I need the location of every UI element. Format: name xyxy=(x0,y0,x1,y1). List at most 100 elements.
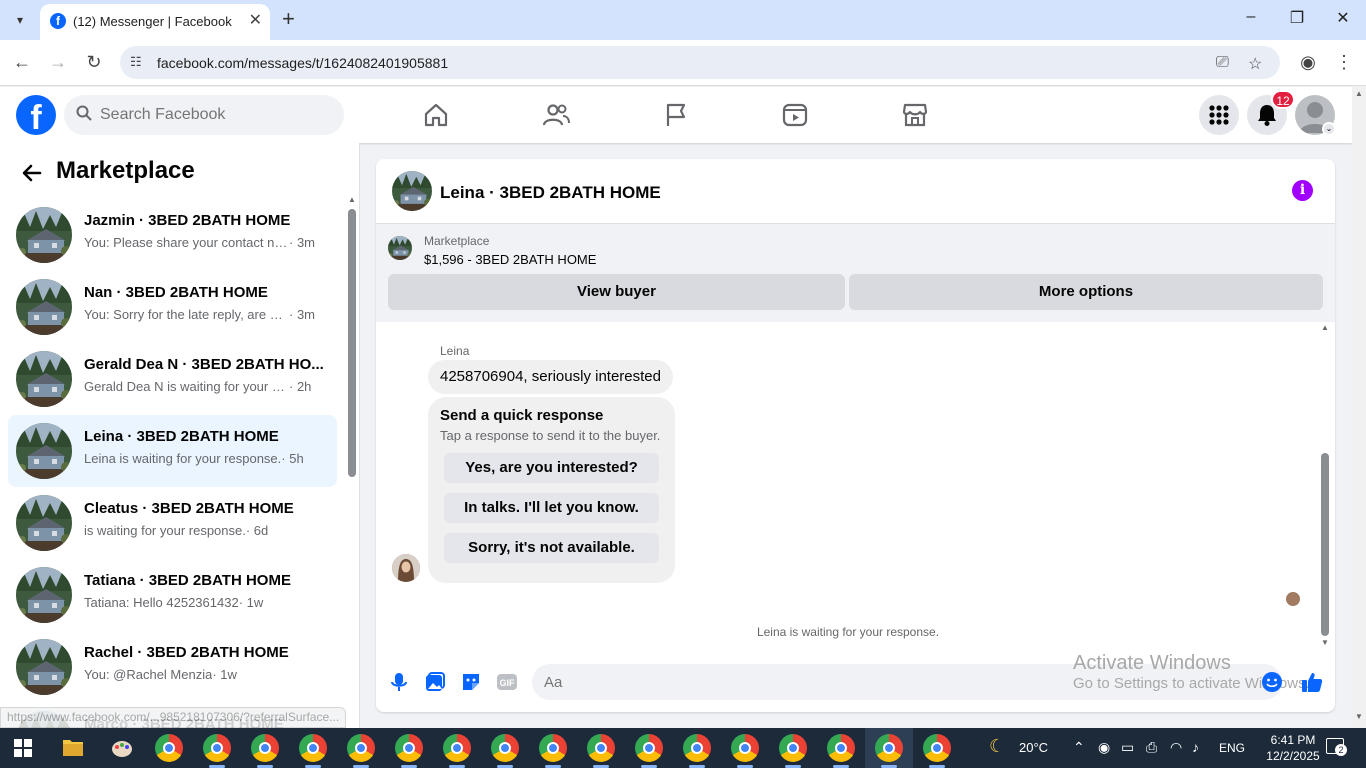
file-explorer-icon[interactable] xyxy=(62,737,84,757)
install-app-icon[interactable]: ⎚ xyxy=(1216,54,1229,72)
taskbar-language[interactable]: ENG xyxy=(1219,741,1245,755)
facebook-favicon-icon: f xyxy=(50,13,66,29)
search-box[interactable] xyxy=(64,95,344,135)
taskbar-chrome-icon[interactable] xyxy=(731,734,759,762)
taskbar-chrome-icon[interactable] xyxy=(299,734,327,762)
taskbar-chrome-icon[interactable] xyxy=(395,734,423,762)
menu-grid-button[interactable] xyxy=(1199,95,1239,135)
taskbar-chrome-icon[interactable] xyxy=(155,734,183,762)
taskbar-chrome-icon[interactable] xyxy=(203,734,231,762)
site-info-icon[interactable]: ☷ xyxy=(130,54,142,70)
browser-tab[interactable]: f (12) Messenger | Facebook ✕ xyxy=(40,4,270,40)
chat-scrollbar[interactable]: ▲ ▼ xyxy=(1318,323,1332,649)
restore-icon[interactable]: ❐ xyxy=(1282,8,1312,28)
view-buyer-button[interactable]: View buyer xyxy=(388,274,845,310)
taskbar-chrome-icon[interactable] xyxy=(635,734,663,762)
home-icon[interactable] xyxy=(422,101,450,129)
scroll-up-arrow-icon[interactable]: ▲ xyxy=(348,195,356,204)
conversation-item[interactable]: Tatiana · 3BED 2BATH HOME Tatiana: Hello … xyxy=(8,559,337,631)
taskbar-chrome-icon[interactable] xyxy=(491,734,519,762)
more-options-button[interactable]: More options xyxy=(849,274,1323,310)
window-close-icon[interactable]: ✕ xyxy=(1328,8,1358,28)
friends-icon[interactable] xyxy=(542,101,570,129)
tray-volume-icon[interactable]: ♪ xyxy=(1192,739,1199,755)
marketplace-icon[interactable] xyxy=(901,101,929,129)
info-icon[interactable]: i xyxy=(1292,180,1313,201)
scroll-up-arrow-icon[interactable]: ▲ xyxy=(1355,89,1363,98)
conversation-item[interactable]: Gerald Dea N · 3BED 2BATH HO... Gerald De… xyxy=(8,343,337,415)
sidebar-scrollbar[interactable]: ▲ xyxy=(347,195,357,725)
taskbar-chrome-icon[interactable] xyxy=(587,734,615,762)
back-arrow-icon[interactable] xyxy=(20,161,44,185)
listing-price-title[interactable]: $1,596 - 3BED 2BATH HOME xyxy=(424,252,596,267)
address-url[interactable]: facebook.com/messages/t/1624082401905881 xyxy=(157,55,448,71)
seen-receipt-avatar xyxy=(1286,592,1300,606)
video-icon[interactable] xyxy=(781,101,809,129)
taskbar-temperature[interactable]: 20°C xyxy=(1019,740,1048,755)
message-bubble[interactable]: 4258706904, seriously interested xyxy=(428,360,673,394)
bookmark-star-icon[interactable]: ☆ xyxy=(1248,54,1262,74)
quick-reply-yes-button[interactable]: Yes, are you interested? xyxy=(444,453,659,483)
taskbar-chrome-icon[interactable] xyxy=(683,734,711,762)
conversation-preview: You: Please share your contact nu... · 3m xyxy=(84,235,328,250)
microphone-icon[interactable] xyxy=(388,671,410,693)
clock-date: 12/2/2025 xyxy=(1266,749,1320,763)
taskbar-chrome-icon[interactable] xyxy=(827,734,855,762)
chat-title[interactable]: Leina · 3BED 2BATH HOME xyxy=(440,183,661,203)
sticker-icon[interactable] xyxy=(460,671,482,693)
windows-start-icon[interactable] xyxy=(14,739,32,757)
tray-record-icon[interactable]: ◉ xyxy=(1098,739,1110,756)
address-bar[interactable]: ☷ facebook.com/messages/t/16240824019058… xyxy=(120,46,1280,79)
conversation-preview: You: Sorry for the late reply, are yo...… xyxy=(84,307,328,322)
new-tab-plus-icon[interactable]: + xyxy=(282,8,295,30)
account-chevron-icon[interactable]: ⌄ xyxy=(1322,122,1336,136)
tray-battery-icon[interactable]: ▭ xyxy=(1121,739,1134,756)
search-icon xyxy=(76,105,92,121)
gif-icon[interactable]: GIF xyxy=(496,671,518,693)
taskbar-chrome-icon[interactable] xyxy=(347,734,375,762)
thumbs-up-icon[interactable] xyxy=(1301,671,1323,693)
conversation-item[interactable]: Jazmin · 3BED 2BATH HOME You: Please shar… xyxy=(8,199,337,271)
conversation-item[interactable]: Cleatus · 3BED 2BATH HOME is waiting for … xyxy=(8,487,337,559)
conversation-item[interactable]: Leina · 3BED 2BATH HOME Leina is waiting … xyxy=(8,415,337,487)
sender-avatar[interactable] xyxy=(392,554,420,582)
quick-reply-in-talks-button[interactable]: In talks. I'll let you know. xyxy=(444,493,659,523)
paint-app-icon[interactable] xyxy=(110,736,134,760)
taskbar-chrome-icon[interactable] xyxy=(779,734,807,762)
scroll-up-arrow-icon[interactable]: ▲ xyxy=(1321,323,1329,332)
minimize-icon[interactable]: – xyxy=(1236,8,1266,26)
scroll-down-arrow-icon[interactable]: ▼ xyxy=(1355,712,1363,721)
sidebar-scroll-thumb[interactable] xyxy=(348,209,356,477)
tray-device-icon[interactable]: ⎙ xyxy=(1146,739,1157,756)
tab-close-icon[interactable]: ✕ xyxy=(249,10,262,30)
profile-icon[interactable]: ◉ xyxy=(1296,52,1320,73)
forward-arrow-icon[interactable]: → xyxy=(46,52,70,73)
taskbar-chrome-icon[interactable] xyxy=(923,734,951,762)
quick-reply-not-available-button[interactable]: Sorry, it's not available. xyxy=(444,533,659,563)
emoji-icon[interactable] xyxy=(1261,671,1283,693)
photo-icon[interactable] xyxy=(424,671,446,693)
tab-search-chevron-icon[interactable]: ▾ xyxy=(8,9,32,31)
listing-thumbnail[interactable] xyxy=(392,171,432,211)
scroll-down-arrow-icon[interactable]: ▼ xyxy=(1321,638,1329,647)
taskbar-chrome-icon[interactable] xyxy=(251,734,279,762)
taskbar-chrome-icon[interactable] xyxy=(443,734,471,762)
conversation-item[interactable]: Rachel · 3BED 2BATH HOME You: @Rachel Men… xyxy=(8,631,337,703)
back-arrow-icon[interactable]: ← xyxy=(10,52,34,73)
taskbar-chrome-icon[interactable] xyxy=(875,734,903,762)
browser-menu-icon[interactable]: ⋮ xyxy=(1332,52,1356,73)
conversation-item[interactable]: Nan · 3BED 2BATH HOME You: Sorry for the … xyxy=(8,271,337,343)
chat-scroll-thumb[interactable] xyxy=(1321,453,1329,636)
reload-icon[interactable]: ↻ xyxy=(82,52,106,73)
listing-thumbnail xyxy=(16,351,72,407)
pages-flag-icon[interactable] xyxy=(662,101,690,129)
tray-chevron-icon[interactable]: ⌃ xyxy=(1073,739,1085,756)
page-scrollbar[interactable]: ▲ ▼ xyxy=(1352,87,1366,728)
taskbar-chrome-icon[interactable] xyxy=(539,734,567,762)
taskbar-clock[interactable]: 6:41 PM 12/2/2025 xyxy=(1263,732,1323,764)
facebook-logo-icon[interactable]: f xyxy=(16,95,56,135)
search-input[interactable] xyxy=(100,95,330,135)
notification-center-icon[interactable]: 2 xyxy=(1326,738,1347,756)
tray-wifi-icon[interactable]: ◠ xyxy=(1170,739,1182,756)
listing-thumbnail xyxy=(16,495,72,551)
